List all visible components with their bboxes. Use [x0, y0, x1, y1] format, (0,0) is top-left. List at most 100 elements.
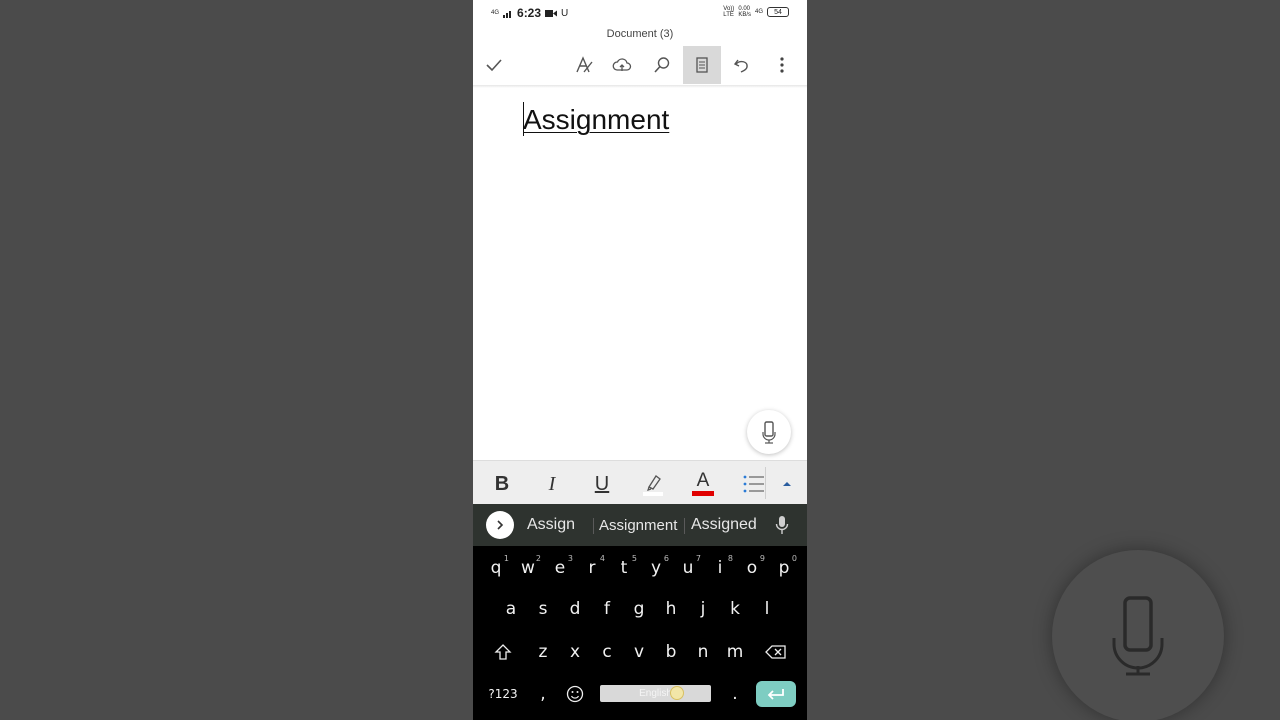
status-bar: 4G 6:23 U Vo)) LTE 0.00 KB/s 4G 54	[473, 0, 807, 26]
shift-icon	[494, 644, 512, 660]
status-right: Vo)) LTE 0.00 KB/s 4G 54	[723, 6, 789, 18]
backspace-icon	[765, 645, 786, 659]
highlight-color-swatch	[643, 492, 663, 496]
video-camera-icon	[545, 9, 558, 17]
battery-level: 54	[774, 8, 782, 16]
status-left: 4G 6:23 U	[491, 6, 568, 20]
key-d[interactable]: d	[560, 592, 590, 626]
key-hint: 2	[535, 554, 541, 563]
font-color-label: A	[696, 470, 710, 491]
key-hint: 1	[503, 554, 509, 563]
document-heading[interactable]: Assignment	[523, 104, 669, 136]
voice-input-icon[interactable]	[775, 515, 789, 540]
font-color-button[interactable]: A	[686, 469, 720, 499]
bold-button[interactable]: B	[485, 469, 519, 499]
period-key[interactable]: .	[720, 677, 750, 711]
key-v[interactable]: v	[624, 635, 654, 669]
key-z[interactable]: z	[528, 635, 558, 669]
format-bar-divider	[765, 467, 766, 499]
suggestion-separator	[593, 518, 594, 534]
key-label: i	[717, 558, 723, 578]
enter-key[interactable]	[756, 681, 796, 707]
key-e[interactable]: e3	[545, 551, 575, 585]
emoji-icon	[566, 685, 584, 703]
key-j[interactable]: j	[688, 592, 718, 626]
reading-view-icon[interactable]	[683, 46, 721, 84]
touch-indicator	[670, 686, 684, 700]
microphone-icon	[762, 421, 776, 444]
key-w[interactable]: w2	[513, 551, 543, 585]
key-label: e	[554, 558, 566, 578]
key-q[interactable]: q1	[481, 551, 511, 585]
signal-bars-icon	[503, 11, 512, 18]
key-label: q	[490, 558, 502, 578]
key-label: r	[588, 558, 596, 578]
key-label: t	[620, 558, 628, 578]
key-p[interactable]: p0	[769, 551, 799, 585]
shift-key[interactable]	[488, 635, 518, 669]
suggestion-3[interactable]: Assigned	[691, 516, 757, 534]
undo-icon[interactable]	[723, 46, 761, 84]
key-a[interactable]: a	[496, 592, 526, 626]
key-c[interactable]: c	[592, 635, 622, 669]
suggestion-separator	[684, 518, 685, 534]
key-hint: 0	[791, 554, 797, 563]
key-u[interactable]: u7	[673, 551, 703, 585]
key-x[interactable]: x	[560, 635, 590, 669]
screen-background: 4G 6:23 U Vo)) LTE 0.00 KB/s 4G 54 Docum…	[0, 0, 1280, 720]
net-speed: 0.00 KB/s	[738, 6, 751, 18]
key-r[interactable]: r4	[577, 551, 607, 585]
key-b[interactable]: b	[656, 635, 686, 669]
draw-icon[interactable]	[565, 46, 603, 84]
comma-key[interactable]: ,	[528, 677, 558, 711]
key-g[interactable]: g	[624, 592, 654, 626]
key-i[interactable]: i8	[705, 551, 735, 585]
suggestion-1[interactable]: Assign	[527, 516, 575, 534]
key-h[interactable]: h	[656, 592, 686, 626]
recording-mic-overlay	[1052, 550, 1224, 720]
highlight-button[interactable]	[636, 469, 670, 499]
underline-button[interactable]: U	[585, 469, 619, 499]
space-label: English	[639, 688, 672, 699]
key-label: y	[650, 558, 662, 578]
toolbar	[473, 44, 807, 84]
key-hint: 4	[599, 554, 605, 563]
search-icon[interactable]	[643, 46, 681, 84]
key-o[interactable]: o9	[737, 551, 767, 585]
highlighter-icon	[643, 475, 663, 496]
key-k[interactable]: k	[720, 592, 750, 626]
key-hint: 3	[567, 554, 573, 563]
expand-format-button[interactable]	[770, 469, 804, 499]
microphone-icon	[1112, 596, 1164, 676]
key-hint: 7	[695, 554, 701, 563]
status-time: 6:23	[517, 6, 542, 20]
cloud-upload-icon[interactable]	[603, 46, 641, 84]
key-s[interactable]: s	[528, 592, 558, 626]
more-icon[interactable]	[763, 46, 801, 84]
key-y[interactable]: y6	[641, 551, 671, 585]
net-speed-unit: KB/s	[738, 12, 751, 18]
document-title: Document (3)	[606, 28, 674, 40]
italic-button[interactable]: I	[535, 469, 569, 499]
enter-icon	[767, 689, 784, 700]
space-key[interactable]: English	[600, 685, 711, 702]
expand-suggestions-button[interactable]	[486, 511, 514, 539]
phone-screen: 4G 6:23 U Vo)) LTE 0.00 KB/s 4G 54 Docum…	[473, 0, 807, 720]
document-canvas[interactable]: Assignment	[473, 88, 807, 460]
bullet-list-icon	[743, 475, 764, 493]
key-hint: 6	[663, 554, 669, 563]
key-m[interactable]: m	[720, 635, 750, 669]
key-label: o	[746, 558, 758, 578]
backspace-key[interactable]	[761, 635, 791, 669]
key-n[interactable]: n	[688, 635, 718, 669]
key-label: w	[521, 558, 535, 578]
suggestion-2[interactable]: Assignment	[599, 517, 677, 534]
carrier-badge: U	[561, 7, 569, 19]
check-icon[interactable]	[475, 46, 513, 84]
key-f[interactable]: f	[592, 592, 622, 626]
emoji-key[interactable]	[560, 677, 590, 711]
key-l[interactable]: l	[752, 592, 782, 626]
symbols-key[interactable]: ?123	[485, 677, 521, 711]
key-t[interactable]: t5	[609, 551, 639, 585]
dictate-button[interactable]	[747, 410, 791, 454]
